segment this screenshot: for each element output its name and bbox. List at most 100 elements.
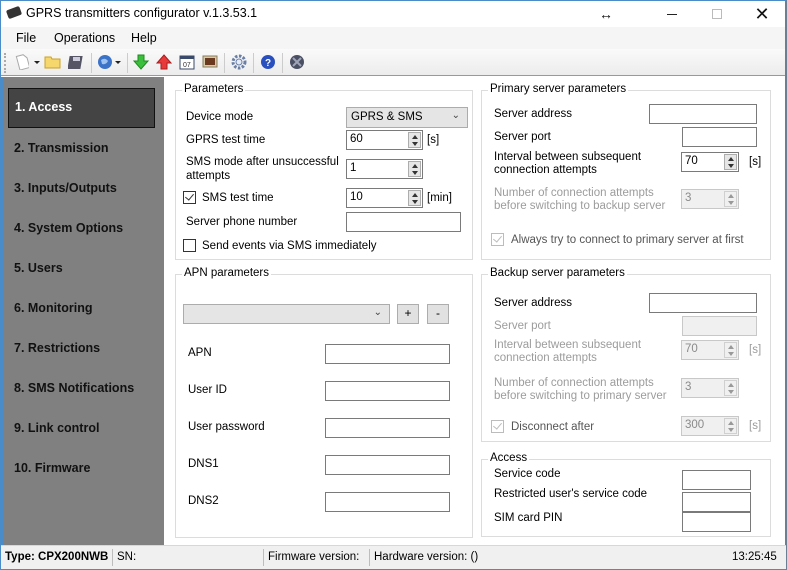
parameters-group: Parameters Device mode GPRS & SMS ⌄ GPRS… [175,83,473,260]
user-id-input[interactable] [325,381,450,401]
spin-arrows-icon[interactable] [724,154,737,170]
resize-arrows-icon[interactable]: ↔ [583,1,629,27]
spin-arrows-icon[interactable] [408,132,421,148]
gprs-test-time-label: GPRS test time [186,134,266,146]
help-icon[interactable]: ? [259,53,277,71]
sidebar-item-access[interactable]: 1. Access [8,88,155,128]
checkmark-icon [185,191,194,201]
spin-arrows-icon[interactable] [724,342,737,358]
primary-server-port-input[interactable] [682,127,757,147]
sidebar-item-users[interactable]: 5. Users [14,261,63,275]
spin-arrows-icon[interactable] [724,191,737,207]
checkmark-icon [493,420,502,430]
globe-connect-icon[interactable] [96,53,114,71]
sidebar-item-sms-notifications[interactable]: 8. SMS Notifications [14,381,134,395]
status-separator [369,549,370,566]
window-title: GPRS transmitters configurator v.1.3.53.… [26,6,258,20]
sidebar-item-link-control[interactable]: 9. Link control [14,421,99,435]
send-events-label: Send events via SMS immediately [202,240,377,252]
calendar-icon[interactable]: 07 [178,53,196,71]
maximize-button[interactable] [694,1,740,27]
user-password-input[interactable] [325,418,450,438]
monitor-icon[interactable] [201,53,219,71]
sidebar-nav: 1. Access 2. Transmission 3. Inputs/Outp… [1,77,164,545]
sidebar-item-inputs-outputs[interactable]: 3. Inputs/Outputs [14,181,117,195]
primary-server-address-label: Server address [494,108,572,120]
new-dropdown-arrow-icon[interactable] [34,61,40,64]
open-folder-icon[interactable] [44,53,62,71]
status-bar: Type: CPX200NWB SN: Firmware version: Ha… [1,545,786,569]
spin-arrows-icon[interactable] [408,190,421,206]
checkmark-icon [493,233,502,243]
toolbar-grip[interactable] [4,53,6,73]
disconnect-after-spinner[interactable]: 300 [681,416,739,436]
download-arrow-icon[interactable] [132,53,150,71]
toolbar: 07 ? [1,49,785,76]
disconnect-after-value: 300 [685,419,705,431]
spin-arrows-icon[interactable] [724,380,737,396]
disconnect-after-label: Disconnect after [511,421,595,433]
remove-apn-button[interactable]: - [427,304,449,324]
sms-test-time-spinner[interactable]: 10 [346,188,423,208]
chevron-down-icon: ⌄ [451,110,460,121]
disconnect-icon[interactable] [288,53,306,71]
backup-attempts-spinner[interactable]: 3 [681,378,739,398]
send-events-checkbox[interactable] [183,239,196,252]
primary-attempts-label-line1: Number of connection attempts [494,187,654,199]
always-try-primary-checkbox[interactable] [491,233,504,246]
gprs-test-time-spinner[interactable]: 60 [346,130,423,150]
menu-help[interactable]: Help [131,31,157,45]
svg-text:?: ? [265,58,271,69]
backup-server-address-input[interactable] [649,293,757,313]
apn-parameters-group: APN parameters ⌄ + - APN User ID User pa… [175,267,473,538]
primary-attempts-label-line2: before switching to backup server [494,200,666,212]
sms-test-time-checkbox[interactable] [183,191,196,204]
sidebar-item-restrictions[interactable]: 7. Restrictions [14,341,100,355]
primary-interval-spinner[interactable]: 70 [681,152,739,172]
connect-dropdown-arrow-icon[interactable] [115,61,121,64]
sidebar-item-firmware[interactable]: 10. Firmware [14,461,90,475]
spin-arrows-icon[interactable] [724,418,737,434]
sidebar-item-system-options[interactable]: 4. System Options [14,221,123,235]
sms-mode-attempts-spinner[interactable]: 1 [346,159,423,179]
menu-file[interactable]: File [16,31,36,45]
save-disk-icon[interactable] [67,53,85,71]
disconnect-after-checkbox[interactable] [491,420,504,433]
restricted-service-code-input[interactable] [682,492,751,512]
new-document-icon[interactable] [13,53,31,71]
apn-profile-select[interactable]: ⌄ [183,304,390,324]
upload-arrow-icon[interactable] [155,53,173,71]
close-button[interactable]: ✕ [739,1,785,27]
sidebar-item-monitoring[interactable]: 6. Monitoring [14,301,92,315]
primary-server-address-input[interactable] [649,104,757,124]
server-phone-input[interactable] [346,212,461,232]
primary-attempts-value: 3 [685,192,692,204]
add-apn-button[interactable]: + [397,304,419,324]
minimize-button[interactable] [649,1,695,27]
sim-pin-input[interactable] [682,512,751,532]
menu-operations[interactable]: Operations [54,31,115,45]
device-mode-select[interactable]: GPRS & SMS ⌄ [346,107,468,128]
backup-server-group: Backup server parameters Server address … [481,267,771,442]
sms-test-time-label: SMS test time [202,192,274,204]
settings-gear-icon[interactable] [230,53,248,71]
primary-server-legend: Primary server parameters [488,83,629,95]
access-group: Access Service code Restricted user's se… [481,452,771,537]
backup-server-port-input[interactable] [682,316,757,336]
status-separator [112,549,113,566]
service-code-input[interactable] [682,470,751,490]
primary-attempts-spinner[interactable]: 3 [681,189,739,209]
backup-interval-spinner[interactable]: 70 [681,340,739,360]
dns2-input[interactable] [325,492,450,512]
sidebar-item-transmission[interactable]: 2. Transmission [14,141,108,155]
dns1-input[interactable] [325,455,450,475]
firmware-version-status: Firmware version: [268,551,360,563]
title-bar: GPRS transmitters configurator v.1.3.53.… [1,1,785,27]
serial-number-status: SN: [117,551,137,563]
sms-mode-label-line1: SMS mode after unsuccessful [186,156,339,168]
primary-interval-unit: [s] [749,156,762,168]
apn-input[interactable] [325,344,450,364]
spin-arrows-icon[interactable] [408,161,421,177]
backup-server-port-label: Server port [494,320,551,332]
backup-interval-label-line2: connection attempts [494,352,597,364]
